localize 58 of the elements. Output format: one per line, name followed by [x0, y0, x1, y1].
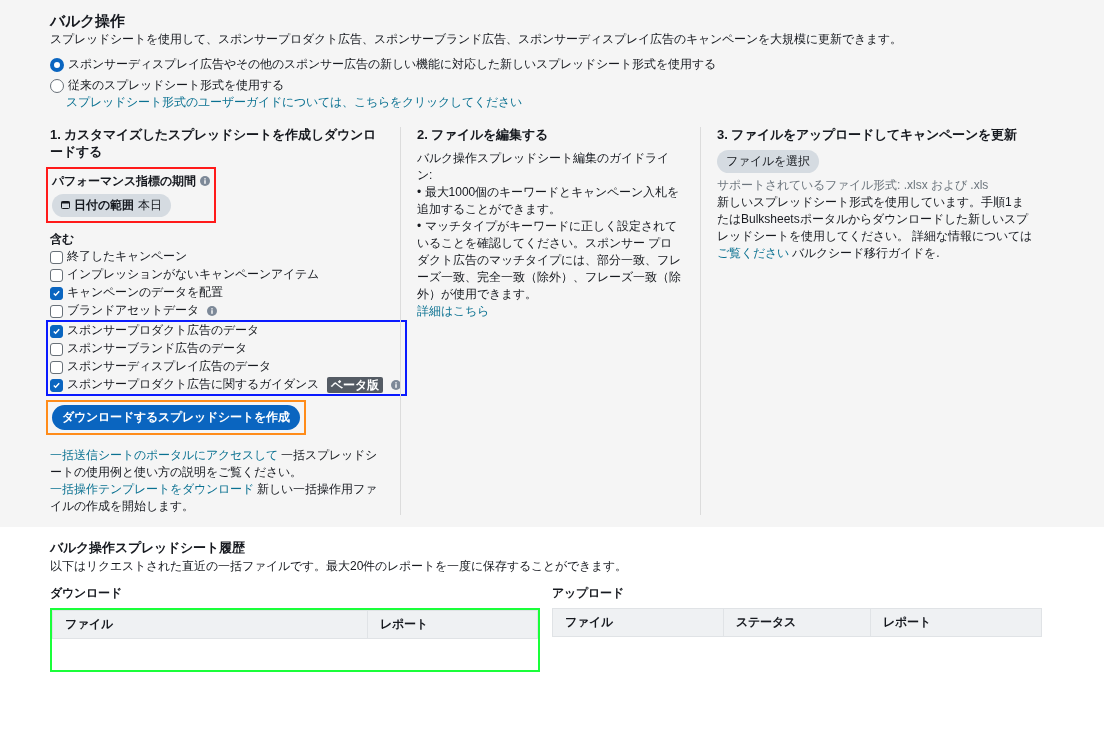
step-heading: 2. ファイルを編集する	[417, 127, 550, 144]
history-description: 以下はリクエストされた直近の一括ファイルです。最大20件のレポートを一度に保存することができます。	[50, 557, 629, 575]
link[interactable]: 一括操作テンプレートをダウンロード	[50, 482, 254, 497]
checkbox[interactable]	[50, 286, 63, 300]
calendar-icon	[61, 201, 70, 210]
checkbox[interactable]	[50, 360, 63, 374]
help-text: 一括送信シートのポータルにアクセスして 一括スプレッドシートの使用例と使い方の説明をご覧ください。 一括操作テンプレートをダウンロード 新しい一括操作用ファイルの作成を開始します。	[50, 447, 379, 516]
date-range-button[interactable]: 日付の範囲 本日	[52, 193, 171, 217]
radio-button[interactable]	[50, 78, 64, 93]
info-text: 新しいスプレッドシート形式を使用しています。手順1またはBulksheetsポータルからダウンロードした新しいスプレッドシートを使用してください。 詳細な情報については ご覧ください バルクシード移行ガイドを.	[717, 194, 1034, 263]
column-header: ステータス	[723, 608, 871, 637]
checkmark-icon	[52, 288, 61, 298]
page-description: スプレッドシートを使用して、スポンサープロダクト広告、スポンサーブランド広告、スポンサーディスプレイ広告のキャンペーンを大規模に更新できます。	[50, 31, 903, 48]
create-spreadsheet-button[interactable]: ダウンロードするスプレッドシートを作成	[52, 405, 300, 431]
checkbox-label: 終了したキャンペーン	[67, 248, 187, 266]
history-title: バルク操作スプレッドシート履歴	[50, 539, 246, 558]
table-label: ダウンロード	[50, 584, 123, 602]
details-link[interactable]: 詳細はこちら	[417, 304, 489, 319]
checkbox[interactable]	[50, 378, 63, 392]
page-title: バルク操作	[50, 11, 126, 31]
guideline-item: • 最大1000個のキーワードとキャンペーン入札を追加することができます。	[417, 184, 681, 219]
checkbox-label: スポンサーブランド広告のデータ	[67, 340, 247, 358]
guideline-intro: バルク操作スプレッドシート編集のガイドライン:	[417, 150, 670, 185]
link[interactable]: ご覧ください	[717, 246, 789, 261]
checkbox-label: キャンペーンのデータを配置	[67, 284, 223, 302]
section-label: 含む	[50, 230, 75, 248]
info-icon[interactable]	[391, 380, 401, 390]
checkbox[interactable]	[50, 250, 63, 264]
info-icon[interactable]	[207, 306, 217, 316]
choose-file-button[interactable]: ファイルを選択	[717, 150, 819, 174]
checkbox[interactable]	[50, 268, 63, 282]
table-label: アップロード	[552, 584, 625, 602]
checkbox[interactable]	[50, 304, 63, 318]
checkbox-label: スポンサープロダクト広告のデータ	[67, 322, 259, 340]
column-header: レポート	[367, 610, 538, 639]
field-label: パフォーマンス指標の期間	[52, 172, 196, 190]
link[interactable]: 一括送信シートのポータルにアクセスして	[50, 448, 278, 463]
column-header: ファイル	[52, 610, 368, 639]
radio-label: 従来のスプレッドシート形式を使用する	[68, 77, 284, 95]
checkbox-label: スポンサープロダクト広告に関するガイダンス	[67, 376, 319, 394]
step-heading: 1. カスタマイズしたスプレッドシートを作成しダウンロードする	[50, 127, 378, 161]
info-icon[interactable]	[200, 176, 210, 187]
column-header: レポート	[870, 608, 1042, 637]
checkbox-label: ブランドアセットデータ	[67, 302, 199, 320]
file-format-hint: サポートされているファイル形式: .xlsx および .xls	[717, 177, 990, 195]
checkbox[interactable]	[50, 342, 63, 356]
checkbox-label: インプレッションがないキャンペーンアイテム	[67, 266, 319, 284]
beta-badge: ベータ版	[327, 376, 383, 394]
format-guide-link[interactable]: スプレッドシート形式のユーザーガイドについては、こちらをクリックしてください	[66, 95, 522, 110]
checkmark-icon	[52, 326, 61, 336]
guideline-item: • マッチタイプがキーワードに正しく設定されていることを確認してください。スポンサー プロダクト広告のマッチタイプには、部分一致、フレーズ一致、完全一致（除外）、フレーズ一致（除外）が使用できます。	[417, 218, 682, 304]
checkmark-icon	[52, 380, 61, 390]
column-header: ファイル	[552, 608, 724, 637]
checkbox-label: スポンサーディスプレイ広告のデータ	[67, 358, 271, 376]
step-heading: 3. ファイルをアップロードしてキャンペーンを更新	[717, 127, 1019, 144]
radio-button[interactable]	[50, 57, 64, 72]
checkbox[interactable]	[50, 324, 63, 338]
radio-label: スポンサーディスプレイ広告やその他のスポンサー広告の新しい機能に対応した新しいスプレッドシート形式を使用する	[68, 56, 716, 74]
